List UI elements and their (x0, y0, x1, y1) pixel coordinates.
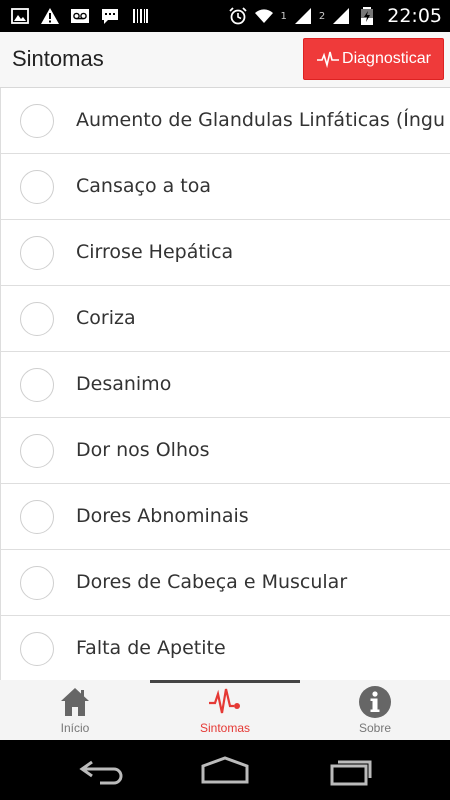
diagnose-button-label: Diagnosticar (342, 50, 431, 67)
radio-button[interactable] (20, 170, 54, 204)
sim2-label: 2 (318, 10, 326, 22)
radio-button[interactable] (20, 566, 54, 600)
alarm-icon (229, 7, 248, 25)
wifi-icon (255, 9, 274, 23)
system-indicators: 1 2 22:05 (228, 4, 442, 28)
symptom-label: Cirrose Hepática (76, 241, 234, 263)
list-item[interactable]: Dor nos Olhos (1, 418, 450, 484)
diagnose-button[interactable]: Diagnosticar (303, 38, 444, 80)
symptom-label: Dores Abnominais (76, 505, 249, 527)
voicemail-icon (71, 9, 89, 23)
chat-icon (102, 9, 118, 24)
list-item[interactable]: Cirrose Hepática (1, 220, 450, 286)
list-item[interactable]: Desanimo (1, 352, 450, 418)
list-item[interactable]: Dores Abnominais (1, 484, 450, 550)
radio-button[interactable] (20, 500, 54, 534)
heartbeat-icon (209, 688, 240, 714)
sim1-label: 1 (280, 10, 287, 22)
nav-item-sintomas[interactable]: Sintomas (150, 680, 300, 740)
notification-icons (10, 5, 150, 27)
symptom-label: Dor nos Olhos (76, 439, 210, 461)
radio-button[interactable] (20, 632, 54, 666)
symptom-label: Aumento de Glandulas Linfáticas (Íngu (76, 109, 445, 131)
back-icon[interactable] (70, 754, 130, 786)
image-icon (11, 8, 29, 24)
clock: 22:05 (387, 5, 442, 27)
radio-button[interactable] (20, 104, 54, 138)
app-header: Sintomas Diagnosticar (0, 32, 450, 88)
info-icon (359, 686, 391, 718)
radio-button[interactable] (20, 368, 54, 402)
radio-button[interactable] (20, 236, 54, 270)
list-item[interactable]: Coriza (1, 286, 450, 352)
battery-icon (361, 7, 374, 25)
list-item[interactable]: Dores de Cabeça e Muscular (1, 550, 450, 616)
symptom-list[interactable]: Aumento de Glandulas Linfáticas (Íngu Ca… (0, 88, 450, 680)
radio-button[interactable] (20, 302, 54, 336)
radio-button[interactable] (20, 434, 54, 468)
symptom-label: Coriza (76, 307, 136, 329)
symptom-label: Desanimo (76, 373, 172, 395)
page-title: Sintomas (12, 46, 104, 71)
signal-icon (294, 8, 311, 24)
nav-item-sobre[interactable]: Sobre (300, 680, 450, 740)
symptom-label: Cansaço a toa (76, 175, 212, 197)
signal-icon (333, 8, 350, 24)
recent-apps-icon[interactable] (322, 754, 382, 786)
list-item[interactable]: Cansaço a toa (1, 154, 450, 220)
system-navigation-bar (0, 740, 450, 800)
barcode-icon (133, 9, 148, 23)
nav-label: Sobre (358, 721, 392, 735)
heartbeat-icon (317, 51, 340, 69)
list-item[interactable]: Falta de Apetite (1, 616, 450, 680)
status-bar: 1 2 22:05 (0, 0, 450, 32)
symptom-label: Dores de Cabeça e Muscular (76, 571, 348, 593)
nav-label: Sintomas (199, 721, 251, 735)
nav-label: Início (60, 721, 90, 735)
bottom-navigation: Início Sintomas Sobre (0, 680, 450, 740)
symptom-label: Falta de Apetite (76, 637, 226, 659)
warning-icon (41, 8, 59, 24)
home-button-icon[interactable] (195, 754, 255, 786)
home-icon (61, 688, 89, 716)
nav-item-inicio[interactable]: Início (0, 680, 150, 740)
list-item[interactable]: Aumento de Glandulas Linfáticas (Íngu (1, 88, 450, 154)
